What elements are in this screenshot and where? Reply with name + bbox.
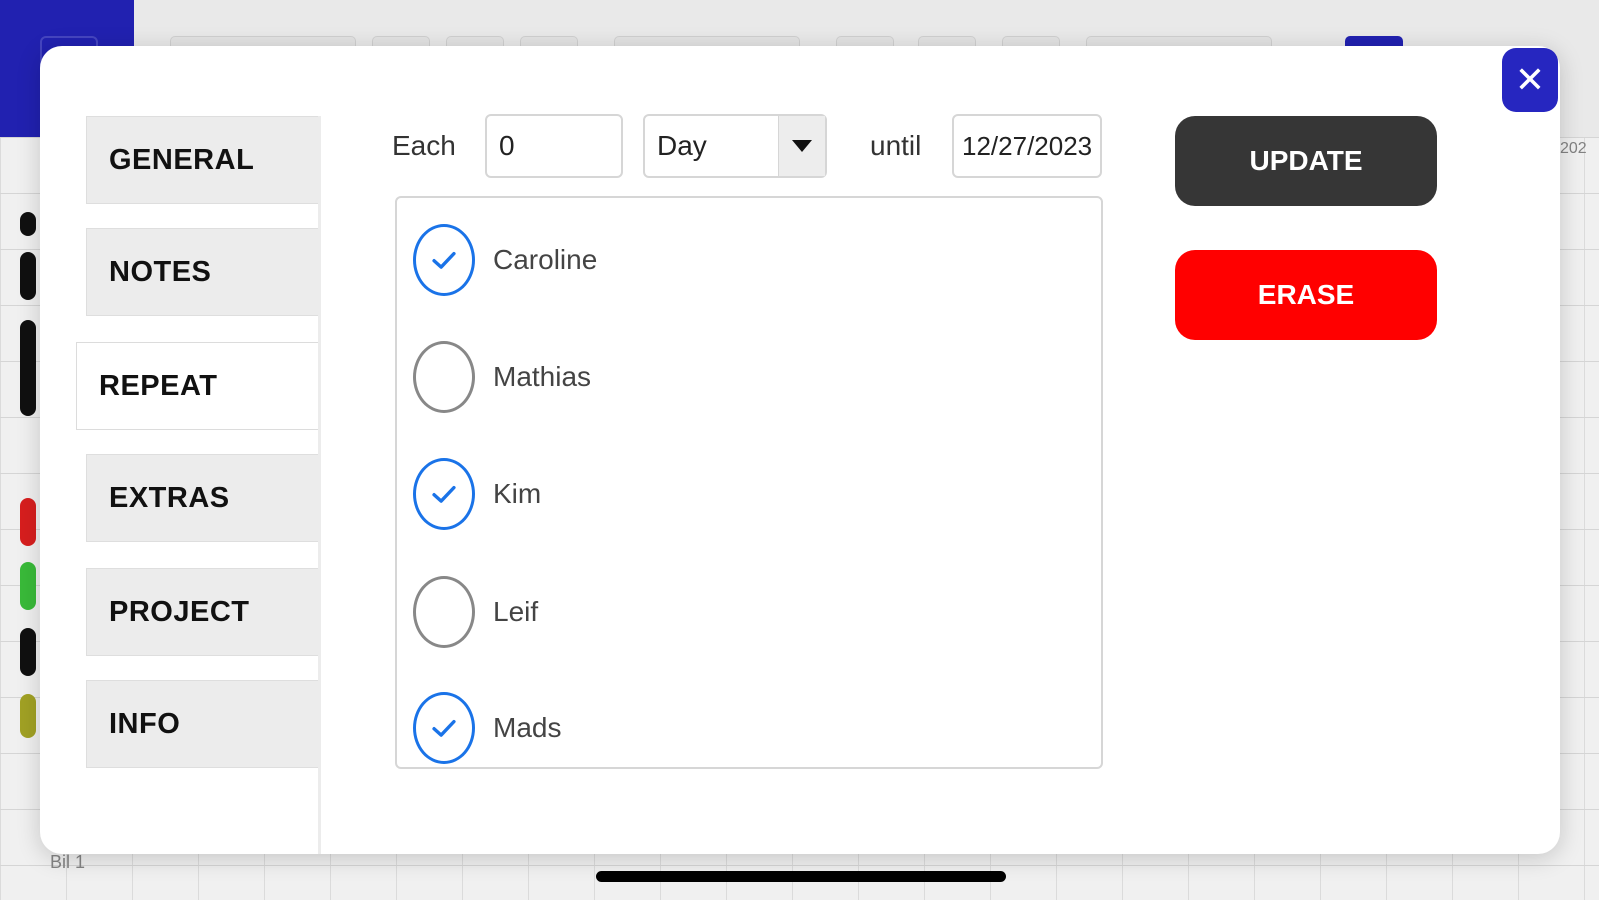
person-name: Mathias [493, 361, 592, 392]
home-indicator [596, 871, 1006, 882]
check-circle-icon[interactable] [413, 692, 475, 764]
interval-input[interactable]: 0 [485, 114, 623, 178]
check-circle-icon[interactable] [413, 224, 475, 296]
list-item[interactable]: Caroline [413, 220, 597, 300]
checkmark-icon [432, 485, 456, 503]
tab-extras[interactable]: EXTRAS [86, 454, 318, 542]
event-dialog: ✕ GENERAL NOTES REPEAT EXTRAS PROJECT IN… [40, 46, 1560, 854]
checkmark-icon [432, 251, 456, 269]
tab-repeat[interactable]: REPEAT [76, 342, 318, 430]
update-button[interactable]: UPDATE [1175, 116, 1437, 206]
check-circle-icon[interactable] [413, 458, 475, 530]
each-label: Each [392, 130, 456, 161]
unit-select[interactable]: Day [643, 114, 827, 178]
empty-circle-icon[interactable] [413, 576, 475, 648]
tab-notes[interactable]: NOTES [86, 228, 318, 316]
tab-project[interactable]: PROJECT [86, 568, 318, 656]
people-list: Caroline Mathias Kim Leif Mads [395, 196, 1103, 769]
checkmark-icon [432, 719, 456, 737]
person-name: Mads [493, 712, 562, 743]
erase-button[interactable]: ERASE [1175, 250, 1437, 340]
tab-divider [318, 116, 321, 854]
list-item[interactable]: Mathias [413, 337, 591, 417]
tab-general[interactable]: GENERAL [86, 116, 318, 204]
person-name: Leif [493, 596, 539, 627]
unit-select-value: Day [657, 130, 707, 161]
person-name: Kim [493, 478, 542, 509]
close-button[interactable]: ✕ [1502, 48, 1558, 112]
empty-circle-icon[interactable] [413, 341, 475, 413]
list-item[interactable]: Kim [413, 454, 541, 534]
until-label: until [870, 130, 922, 161]
list-item[interactable]: Leif [413, 572, 538, 652]
close-icon: ✕ [1514, 59, 1546, 100]
person-name: Caroline [493, 244, 598, 275]
until-date-input[interactable]: 12/27/2023 [952, 114, 1102, 178]
list-item[interactable]: Mads [413, 688, 561, 768]
tab-info[interactable]: INFO [86, 680, 318, 768]
chevron-down-icon[interactable] [778, 116, 825, 176]
